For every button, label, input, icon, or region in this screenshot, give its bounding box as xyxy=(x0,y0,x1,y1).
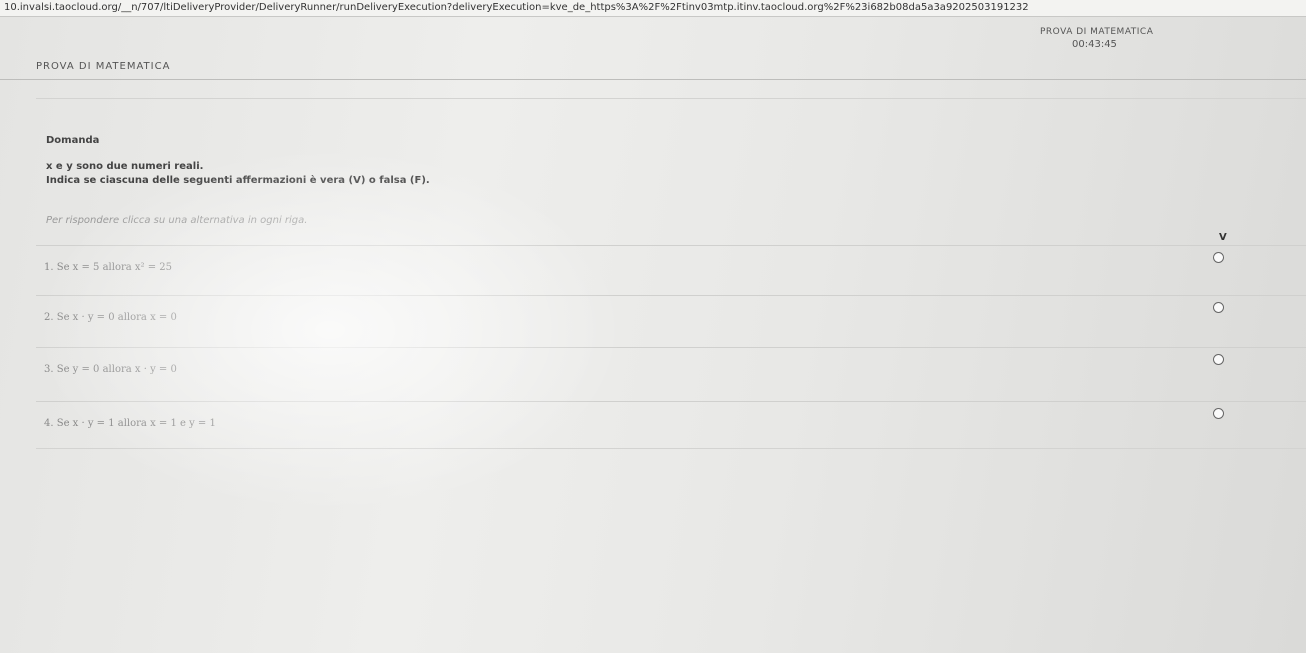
statement-text-3: 3. Se y = 0 allora x · y = 0 xyxy=(44,364,177,375)
question-stem-1: x e y sono due numeri reali. xyxy=(46,161,204,172)
answer-instruction: Per rispondere clicca su una alternativa… xyxy=(46,215,308,226)
statement-row-1: 1. Se x = 5 allora x² = 25 xyxy=(36,245,1306,296)
statement-row-3: 3. Se y = 0 allora x · y = 0 xyxy=(36,347,1306,398)
true-radio-4[interactable] xyxy=(1213,408,1224,419)
section-label: Domanda xyxy=(46,135,100,146)
test-name: PROVA DI MATEMATICA xyxy=(1040,27,1154,37)
header-title: PROVA DI MATEMATICA xyxy=(36,61,171,72)
true-radio-1[interactable] xyxy=(1213,252,1224,263)
content-divider xyxy=(36,448,1306,449)
countdown-timer: 00:43:45 xyxy=(1072,39,1117,50)
address-bar[interactable]: 10.invalsi.taocloud.org/__n/707/ltiDeliv… xyxy=(0,0,1306,17)
true-radio-3[interactable] xyxy=(1213,354,1224,365)
test-header: PROVA DI MATEMATICA PROVA DI MATEMATICA … xyxy=(0,17,1306,80)
statement-text-4: 4. Se x · y = 1 allora x = 1 e y = 1 xyxy=(44,418,216,429)
test-page: 10.invalsi.taocloud.org/__n/707/ltiDeliv… xyxy=(0,0,1306,653)
question-stem-2: Indica se ciascuna delle seguenti afferm… xyxy=(46,175,430,186)
true-radio-2[interactable] xyxy=(1213,302,1224,313)
statement-text-1: 1. Se x = 5 allora x² = 25 xyxy=(44,262,172,273)
column-header-true: V xyxy=(1219,232,1227,243)
statement-row-2: 2. Se x · y = 0 allora x = 0 xyxy=(36,295,1306,346)
address-url: 10.invalsi.taocloud.org/__n/707/ltiDeliv… xyxy=(4,2,1029,13)
statement-text-2: 2. Se x · y = 0 allora x = 0 xyxy=(44,312,177,323)
question-panel: Domanda x e y sono due numeri reali. Ind… xyxy=(36,98,1306,519)
statement-row-4: 4. Se x · y = 1 allora x = 1 e y = 1 xyxy=(36,401,1306,452)
